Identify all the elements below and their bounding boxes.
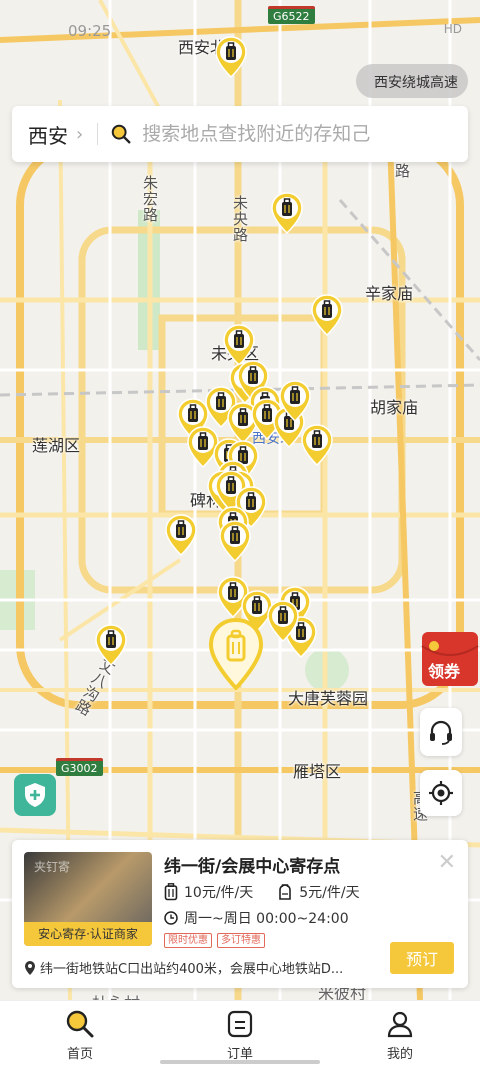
nav-profile[interactable]: 我的 (320, 1001, 480, 1066)
map-label-bottom: 杜永村 (92, 990, 140, 1000)
store-title: 纬一街/会展中心寄存点 (164, 857, 341, 877)
storage-pin[interactable] (218, 520, 252, 562)
address-text: 纬一街地铁站C口出站约400米，会展中心地铁站D... (40, 962, 344, 977)
price-large: 10元/件/天 (164, 882, 253, 902)
store-photo-text: 夹钉寄 (34, 860, 71, 874)
certified-badge: 安心寄存·认证商家 (24, 922, 152, 946)
headset-icon (430, 720, 452, 745)
bottom-nav: 首页 订单 我的 (0, 1000, 480, 1066)
storage-pin[interactable] (164, 514, 198, 556)
price-small-text: 5元/件/天 (299, 885, 360, 901)
order-icon (227, 1010, 253, 1038)
storage-pin[interactable] (214, 36, 248, 78)
home-indicator (160, 1060, 320, 1064)
user-icon (387, 1011, 413, 1038)
city-name: 西安 (28, 123, 68, 148)
address-row: 纬一街地铁站C口出站约400米，会展中心地铁站D... (24, 958, 384, 977)
nav-home-label: 首页 (66, 1047, 93, 1062)
map-label-yanta: 雁塔区 (293, 762, 342, 781)
search-input[interactable] (142, 123, 413, 145)
promo-tags: 限时优惠 多订特惠 (164, 933, 270, 948)
storage-pin[interactable] (300, 424, 334, 466)
location-pin-icon (25, 960, 35, 975)
storage-pin[interactable] (266, 600, 300, 642)
selected-storage-pin[interactable] (208, 618, 264, 690)
highway-shield-g3002: G3002 (56, 758, 103, 776)
shield-plus-icon (25, 783, 45, 807)
clock-icon (164, 911, 178, 925)
search-divider (97, 123, 99, 145)
highway-shield-g6522: G6522 (268, 6, 315, 24)
nav-profile-label: 我的 (386, 1047, 413, 1062)
ring-road-chip: 西安绕城高速 (356, 64, 468, 98)
city-selector[interactable]: 西安 › (12, 120, 83, 149)
storage-pin[interactable] (310, 294, 344, 336)
storage-pin[interactable] (270, 192, 304, 234)
hours-text: 周一~周日 00:00~24:00 (184, 911, 349, 927)
safety-button[interactable] (14, 774, 56, 816)
search-bar: 西安 › (12, 106, 468, 162)
backpack-icon (279, 884, 292, 900)
promo-tag: 多订特惠 (217, 933, 265, 948)
map-label-xinjia: 辛家庙 (365, 284, 414, 303)
chevron-right-icon: › (76, 123, 84, 145)
store-photo: 夹钉寄 安心寄存·认证商家 (24, 852, 152, 946)
suitcase-icon (164, 883, 178, 901)
map-label-lu: 路 (393, 163, 411, 179)
map-label-lianhu: 莲湖区 (32, 436, 81, 455)
coupon-label: 领券 (428, 662, 461, 681)
nav-orders[interactable]: 订单 (160, 1001, 320, 1066)
price-row: 10元/件/天 5元/件/天 (164, 882, 384, 902)
price-large-text: 10元/件/天 (184, 885, 254, 901)
map-label-hujia: 胡家庙 (370, 398, 419, 417)
coupon-button[interactable]: 领券 (420, 630, 480, 688)
ring-road-label: 西安绕城高速 (374, 75, 458, 91)
locate-icon (429, 781, 453, 805)
storage-pin[interactable] (94, 624, 128, 666)
map-label-datang: 大唐芙蓉园 (288, 689, 369, 708)
store-card[interactable]: 夹钉寄 安心寄存·认证商家 纬一街/会展中心寄存点 ✕ 10元/件/天 5元/件… (12, 840, 468, 988)
close-icon[interactable]: ✕ (438, 850, 456, 875)
nav-home[interactable]: 首页 (0, 1001, 160, 1066)
customer-service-button[interactable] (420, 708, 462, 756)
reserve-button[interactable]: 预订 (390, 942, 454, 974)
search-icon (66, 1010, 94, 1038)
search-icon (111, 124, 131, 144)
storage-pin[interactable] (278, 380, 312, 422)
price-small: 5元/件/天 (277, 882, 360, 902)
locate-button[interactable] (420, 770, 462, 816)
map-label-weiyang-road: 未央路 (231, 195, 249, 243)
hours-row: 周一~周日 00:00~24:00 (164, 908, 349, 928)
map-label-zhuhong: 朱宏路 (141, 175, 159, 223)
promo-tag: 限时优惠 (164, 933, 212, 948)
